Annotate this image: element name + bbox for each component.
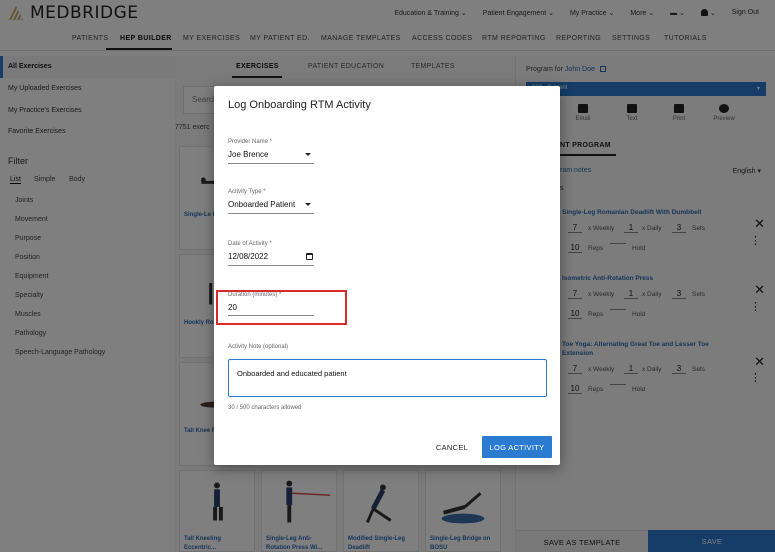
dialog-title: Log Onboarding RTM Activity — [228, 99, 371, 111]
activity-type-label: Activity Type * — [228, 189, 266, 195]
chevron-down-icon[interactable] — [305, 203, 311, 206]
duration-label: Duration (minutes) * — [228, 292, 282, 298]
calendar-icon[interactable] — [306, 253, 313, 260]
log-rtm-activity-dialog: Log Onboarding RTM Activity Provider Nam… — [214, 86, 560, 465]
duration-input[interactable]: 20 — [228, 303, 237, 312]
activity-type-underline — [228, 213, 314, 214]
activity-type-select[interactable]: Onboarded Patient — [228, 200, 295, 209]
activity-note-label: Activity Note (optional) — [228, 344, 289, 350]
duration-underline — [228, 315, 314, 316]
character-count: 30 / 500 characters allowed — [228, 405, 302, 411]
provider-name-label: Provider Name * — [228, 139, 273, 145]
provider-name-underline — [228, 163, 314, 164]
activity-note-textarea[interactable]: Onboarded and educated patient — [228, 359, 547, 397]
log-activity-button[interactable]: LOG ACTIVITY — [482, 436, 552, 458]
provider-name-select[interactable]: Joe Brence — [228, 150, 268, 159]
activity-note-value: Onboarded and educated patient — [237, 369, 347, 378]
date-of-activity-input[interactable]: 12/08/2022 — [228, 252, 268, 261]
chevron-down-icon[interactable] — [305, 153, 311, 156]
date-underline — [228, 265, 314, 266]
cancel-button[interactable]: CANCEL — [432, 437, 472, 457]
date-of-activity-label: Date of Activity * — [228, 241, 272, 247]
